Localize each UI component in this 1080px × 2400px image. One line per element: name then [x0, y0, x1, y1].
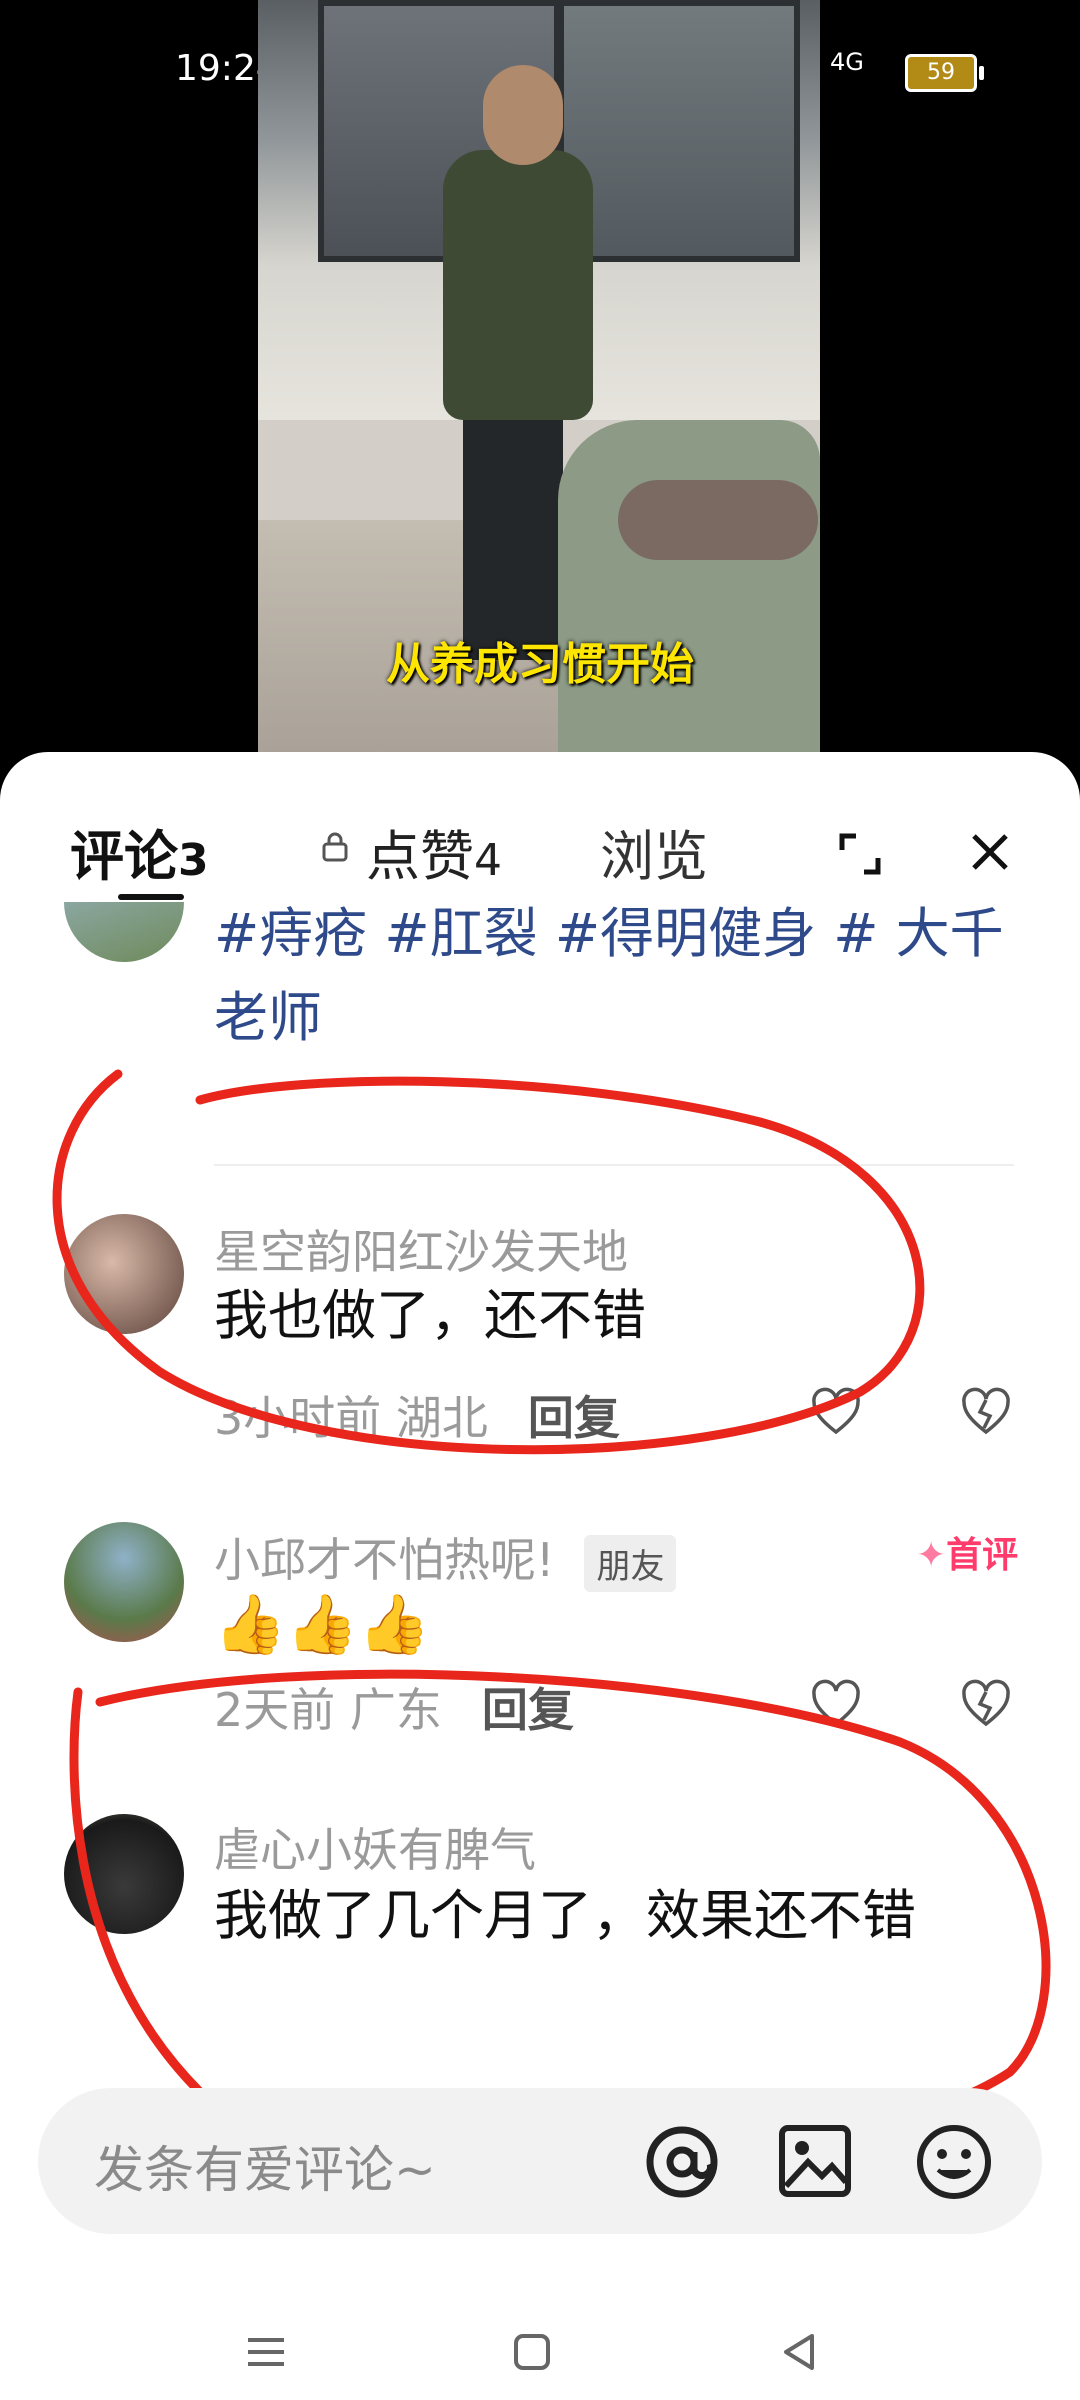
reply-button[interactable]: 回复 — [528, 1391, 620, 1445]
comment-username[interactable]: 虐心小妖有脾气 — [214, 1814, 536, 1880]
dislike-icon[interactable] — [960, 1678, 1012, 1730]
video-person — [443, 150, 593, 420]
tab-views[interactable]: 浏览 — [600, 812, 708, 891]
expand-icon[interactable] — [838, 832, 882, 876]
signal-icon: 4G — [830, 48, 864, 76]
reply-button[interactable]: 回复 — [482, 1683, 574, 1737]
like-icon[interactable] — [810, 1678, 862, 1730]
post-hashtags[interactable]: #痔疮 #肛裂 #得明健身 # 大千老师 — [214, 902, 1014, 1060]
image-icon[interactable] — [778, 2124, 852, 2198]
tab-indicator — [118, 894, 184, 900]
comment-username[interactable]: 星空韵阳红沙发天地 — [214, 1216, 628, 1282]
emoji-icon[interactable] — [914, 2122, 994, 2202]
video-subtitle: 从养成习惯开始 — [386, 639, 694, 690]
close-icon[interactable] — [968, 830, 1012, 874]
comment-sheet: 评论3 点赞4 浏览 #痔疮 #肛裂 #得明健身 # 大千老师 星空韵阳红沙发天… — [0, 752, 1080, 2400]
tab-likes[interactable]: 点赞4 — [366, 812, 502, 891]
avatar[interactable] — [64, 902, 184, 962]
video-window-right — [558, 0, 800, 262]
video-scooter — [558, 420, 820, 760]
comment-input[interactable]: 发条有爱评论~ — [94, 2130, 436, 2202]
comment-list[interactable]: #痔疮 #肛裂 #得明健身 # 大千老师 星空韵阳红沙发天地 我也做了，还不错 … — [0, 902, 1080, 2202]
home-icon[interactable] — [502, 2322, 562, 2382]
like-icon[interactable] — [810, 1386, 862, 1438]
avatar[interactable] — [64, 1814, 184, 1934]
lock-icon — [322, 832, 348, 862]
comment-meta: 3小时前 湖北 回复 — [214, 1391, 620, 1445]
comment-text: 👍👍👍 — [214, 1590, 431, 1658]
system-nav-bar — [0, 2292, 1080, 2400]
comment-meta: 2天前 广东 回复 — [214, 1683, 574, 1737]
comment-text: 我做了几个月了，效果还不错 — [214, 1884, 916, 1947]
first-comment-badge: ✦首评 — [916, 1535, 1019, 1576]
at-mention-icon[interactable] — [642, 2122, 722, 2202]
tab-bar: 评论3 点赞4 浏览 — [0, 752, 1080, 902]
avatar[interactable] — [64, 1522, 184, 1642]
dislike-icon[interactable] — [960, 1386, 1012, 1438]
comment-text: 我也做了，还不错 — [214, 1284, 646, 1347]
comment-input-bar[interactable]: 发条有爱评论~ — [38, 2088, 1042, 2234]
menu-icon[interactable] — [236, 2322, 296, 2382]
tab-comments[interactable]: 评论3 — [70, 812, 209, 891]
battery-icon: 59 — [905, 54, 984, 92]
avatar[interactable] — [64, 1214, 184, 1334]
back-icon[interactable] — [770, 2322, 830, 2382]
divider — [214, 1164, 1014, 1166]
